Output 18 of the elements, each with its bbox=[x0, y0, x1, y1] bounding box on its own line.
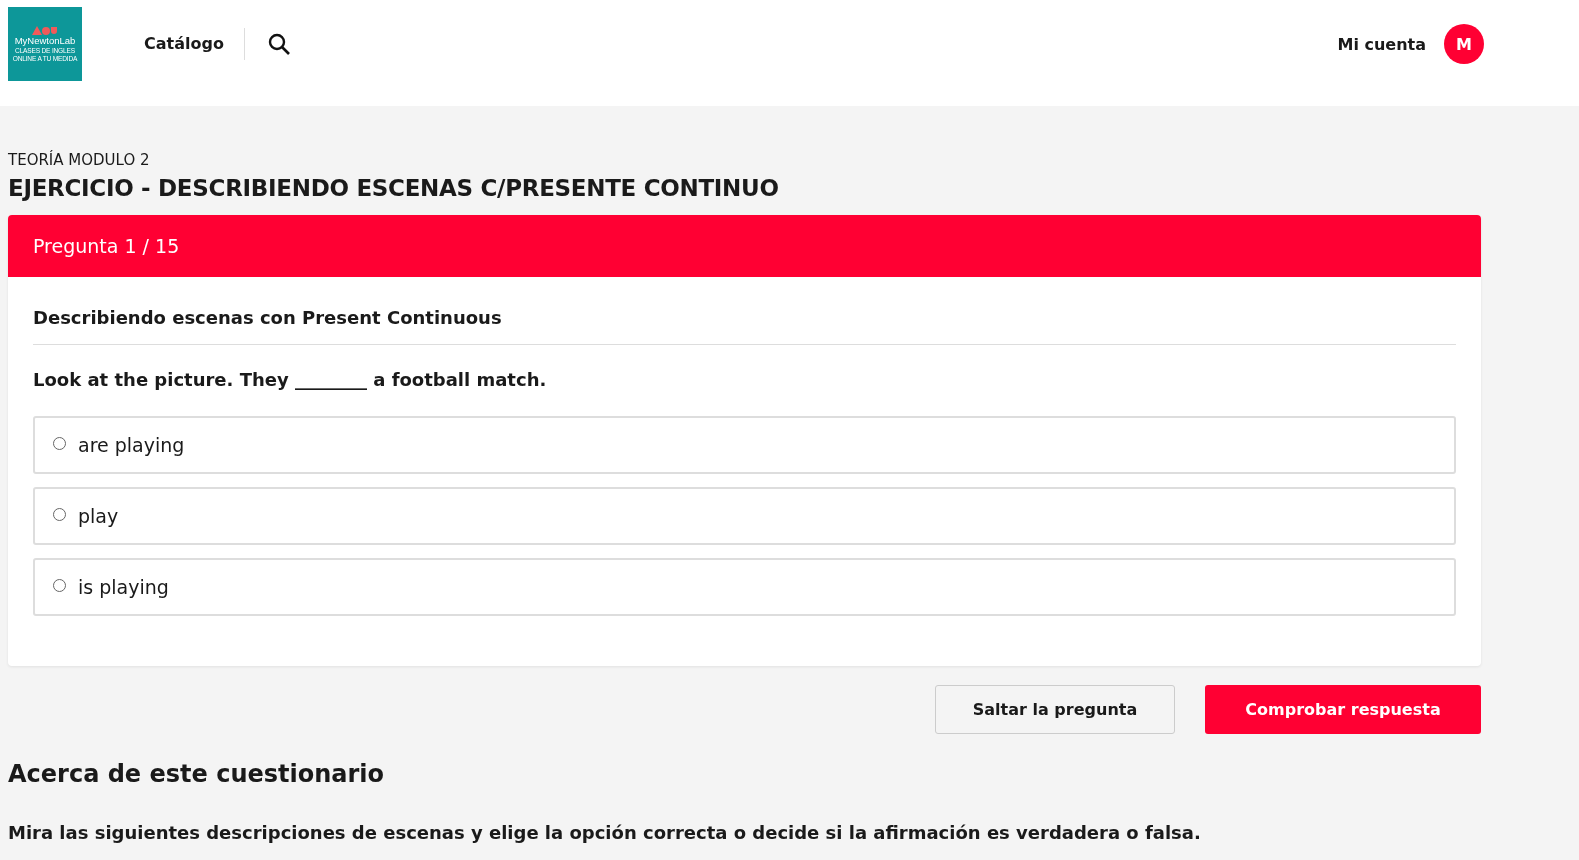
question-heading: Describiendo escenas con Present Continuous bbox=[33, 303, 1456, 345]
check-answer-button[interactable]: Comprobar respuesta bbox=[1205, 685, 1481, 734]
account-link[interactable]: Mi cuenta bbox=[1337, 34, 1426, 54]
answer-option[interactable]: are playing bbox=[33, 416, 1456, 474]
quiz-description: Mira las siguientes descripciones de escenas y elige la opción correcta o decide si la afirmación es verdadera o falsa. bbox=[8, 822, 1202, 843]
question-prompt: Look at the picture. They ________ a football match. bbox=[33, 369, 548, 390]
breadcrumb: TEORÍA MODULO 2 bbox=[8, 151, 150, 169]
shapes-icon bbox=[32, 25, 58, 35]
user-avatar[interactable]: M bbox=[1444, 24, 1484, 64]
answer-option[interactable]: play bbox=[33, 487, 1456, 545]
question-counter: Pregunta 1 / 15 bbox=[8, 215, 1481, 277]
section-title: Acerca de este cuestionario bbox=[8, 760, 386, 788]
logo-name: MyNewtonLab bbox=[14, 34, 76, 47]
catalog-link[interactable]: Catálogo bbox=[144, 28, 245, 60]
skip-button[interactable]: Saltar la pregunta bbox=[935, 685, 1175, 734]
answer-option[interactable]: is playing bbox=[33, 558, 1456, 616]
page-title: EJERCICIO - DESCRIBIENDO ESCENAS C/PRESENTE CONTINUO bbox=[8, 175, 780, 201]
search-icon[interactable] bbox=[266, 32, 291, 56]
